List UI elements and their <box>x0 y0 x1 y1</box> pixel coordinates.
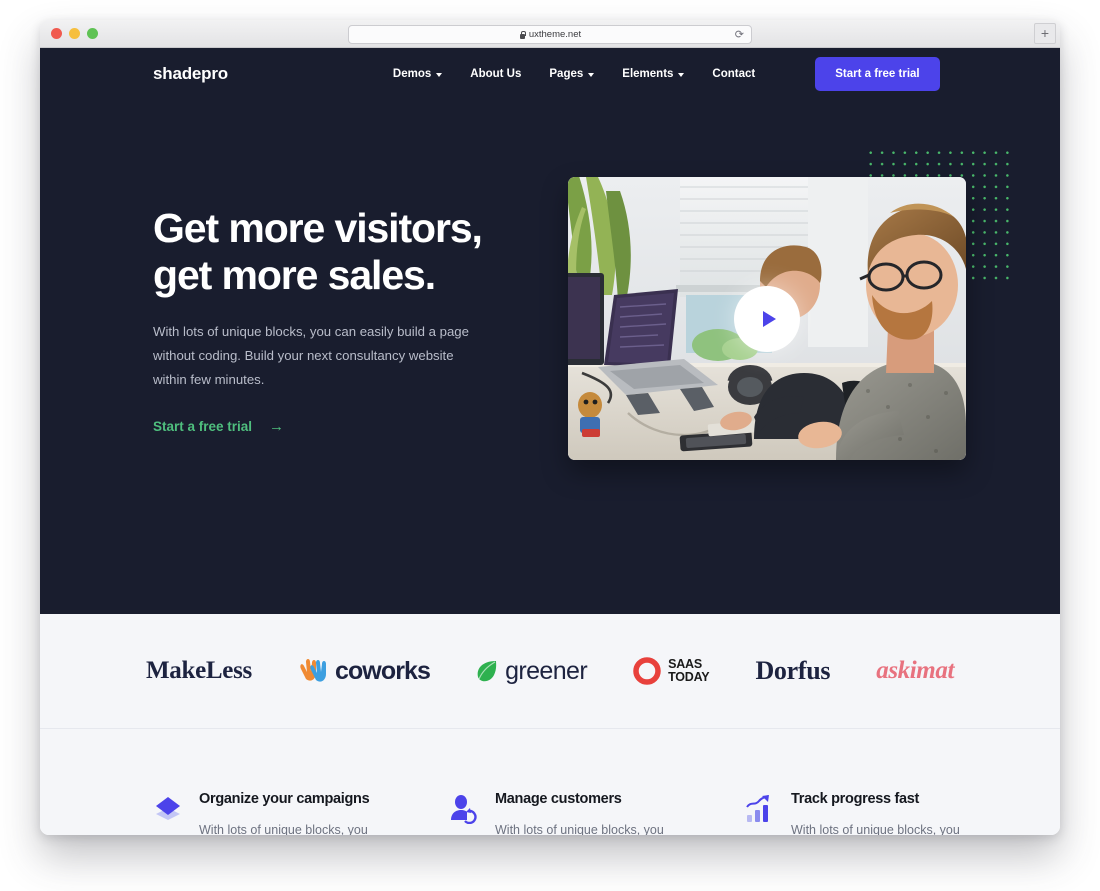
feature-icon-wrap <box>449 791 479 835</box>
features-section: Organize your campaigns With lots of uni… <box>40 729 1060 835</box>
client-logo-coworks: coworks <box>298 656 431 686</box>
site-navbar: shadepro Demos About Us Pages Elements C… <box>40 48 1060 100</box>
play-video-button[interactable] <box>734 285 800 352</box>
feature-description: With lots of unique blocks, you can easi… <box>495 823 664 835</box>
nav-item-demos[interactable]: Demos <box>392 68 443 80</box>
nav-links: Demos About Us Pages Elements Contact St… <box>393 57 940 91</box>
nav-item-label: Pages <box>549 68 584 80</box>
browser-window: uxtheme.net ⟳ + shadepro Demos About Us … <box>40 20 1060 835</box>
layers-diamond-icon <box>156 797 180 820</box>
hero-video-card[interactable] <box>568 177 966 460</box>
leaf-icon <box>477 661 497 682</box>
brand-logo[interactable]: shadepro <box>153 64 228 84</box>
feature-track-progress: Track progress fast With lots of unique … <box>745 791 967 835</box>
hero-section: shadepro Demos About Us Pages Elements C… <box>40 48 1060 614</box>
feature-manage-customers: Manage customers With lots of unique blo… <box>449 791 671 835</box>
hero-media-column <box>568 145 1016 460</box>
close-window-button[interactable] <box>51 28 62 39</box>
address-bar[interactable]: uxtheme.net ⟳ <box>348 25 752 44</box>
nav-item-pages[interactable]: Pages <box>549 68 595 80</box>
feature-icon-wrap <box>745 791 775 835</box>
chevron-down-icon <box>588 72 595 77</box>
window-controls[interactable] <box>51 28 98 39</box>
feature-description: With lots of unique blocks, you can easi… <box>791 823 960 835</box>
nav-item-label: Demos <box>392 68 432 80</box>
zoom-window-button[interactable] <box>87 28 98 39</box>
client-logo-strip: MakeLess coworks greener SAAS TODAY Dorf… <box>40 614 1060 729</box>
lock-icon <box>519 30 526 39</box>
page-viewport: shadepro Demos About Us Pages Elements C… <box>40 48 1060 835</box>
nav-item-contact[interactable]: Contact <box>712 68 755 80</box>
hero-subtext: With lots of unique blocks, you can easi… <box>153 324 469 387</box>
browser-titlebar: uxtheme.net ⟳ + <box>40 20 1060 48</box>
feature-title: Track progress fast <box>791 791 920 807</box>
client-logo-askimat: askimat <box>876 657 954 685</box>
url-text: uxtheme.net <box>528 29 582 40</box>
hero-body: Get more visitors, get more sales. With … <box>40 100 1060 460</box>
customer-sync-icon <box>451 795 477 825</box>
feature-description: With lots of unique blocks, you can easi… <box>199 823 368 835</box>
bar-chart-trend-icon <box>746 795 769 822</box>
feature-organize-campaigns: Organize your campaigns With lots of uni… <box>153 791 375 835</box>
hero-start-free-trial-link[interactable]: Start a free trial → <box>153 419 284 434</box>
feature-icon-wrap <box>153 791 183 835</box>
feature-text: Organize your campaigns With lots of uni… <box>199 791 375 835</box>
reload-icon[interactable]: ⟳ <box>735 29 744 42</box>
feature-text: Track progress fast With lots of unique … <box>791 791 967 835</box>
feature-text: Manage customers With lots of unique blo… <box>495 791 671 835</box>
client-logo-label: SAAS TODAY <box>668 657 710 684</box>
waving-hands-icon <box>300 659 326 682</box>
client-logo-dorfus: Dorfus <box>755 656 830 686</box>
nav-item-label: About Us <box>470 68 522 80</box>
chevron-down-icon <box>678 72 685 77</box>
play-icon <box>762 310 776 327</box>
client-logo-makeless: MakeLess <box>146 657 252 685</box>
nav-start-free-trial-button[interactable]: Start a free trial <box>815 57 940 91</box>
client-logo-label: greener <box>505 656 588 685</box>
client-logo-label: askimat <box>876 657 954 684</box>
chevron-down-icon <box>436 72 443 77</box>
arrow-right-icon: → <box>269 418 285 435</box>
client-logo-saas-today: SAAS TODAY <box>633 657 710 685</box>
client-logo-label: MakeLess <box>146 657 252 684</box>
new-tab-button[interactable]: + <box>1034 23 1056 44</box>
client-logo-label: coworks <box>334 656 431 685</box>
minimize-window-button[interactable] <box>69 28 80 39</box>
screenshot-stage: uxtheme.net ⟳ + shadepro Demos About Us … <box>0 0 1100 891</box>
nav-item-about-us[interactable]: About Us <box>470 68 521 80</box>
hero-text-column: Get more visitors, get more sales. With … <box>153 205 508 460</box>
feature-title: Manage customers <box>495 791 622 807</box>
red-ring-icon <box>633 657 661 685</box>
client-logo-greener: greener <box>476 656 588 686</box>
url-text-group: uxtheme.net <box>519 29 581 40</box>
nav-item-label: Elements <box>622 68 674 80</box>
feature-title: Organize your campaigns <box>199 791 370 807</box>
client-logo-label: Dorfus <box>755 656 831 685</box>
nav-item-elements[interactable]: Elements <box>622 68 685 80</box>
hero-cta-label: Start a free trial <box>153 419 253 434</box>
nav-item-label: Contact <box>712 68 756 80</box>
hero-heading: Get more visitors, get more sales. <box>153 205 483 298</box>
